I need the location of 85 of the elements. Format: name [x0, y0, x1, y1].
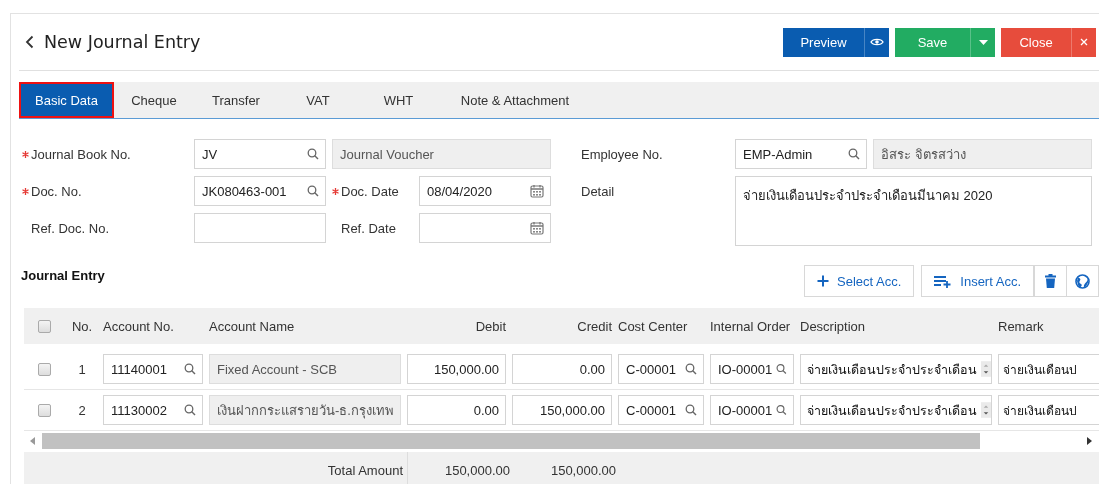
input-field[interactable]: JK080463-001	[194, 176, 326, 206]
field-label: Detail	[581, 184, 615, 199]
row-checkbox[interactable]	[37, 362, 51, 376]
column-header: Account Name	[209, 318, 295, 334]
search-icon[interactable]	[685, 363, 697, 375]
date-field[interactable]	[419, 213, 551, 243]
back-icon[interactable]	[25, 35, 34, 49]
input-field[interactable]: EMP-Admin	[735, 139, 867, 169]
tab[interactable]: Cheque	[114, 82, 194, 118]
column-header: Debit	[475, 318, 506, 334]
name-field: Journal Voucher	[332, 139, 551, 169]
search-icon[interactable]	[184, 404, 196, 416]
amount-field[interactable]: 150,000.00	[512, 395, 612, 425]
search-icon[interactable]	[685, 404, 697, 416]
insert-account-button[interactable]: Insert Acc.	[921, 265, 1034, 297]
field-label: Doc. Date	[341, 184, 399, 199]
total-debit: 150,000.00	[443, 461, 511, 480]
input-field[interactable]: 11140001	[103, 354, 203, 384]
search-icon[interactable]	[776, 404, 787, 416]
column-header: No.	[71, 318, 93, 334]
globe-icon	[1075, 273, 1090, 289]
column-header: Remark	[998, 318, 1044, 334]
date-field[interactable]: 08/04/2020	[419, 176, 551, 206]
column-header: Credit	[577, 318, 612, 334]
amount-field[interactable]: 0.00	[407, 395, 506, 425]
description-textarea[interactable]: จ่ายเงินเดือนประจำประจำเดือน	[800, 354, 992, 384]
name-field: เงินฝากกระแสรายวัน-ธ.กรุงเทพ	[209, 395, 401, 425]
search-icon[interactable]	[307, 148, 319, 160]
column-header: Internal Order	[710, 318, 791, 334]
dropdown-button[interactable]	[970, 27, 995, 57]
field-label: Ref. Doc. No.	[31, 221, 110, 236]
amount-field[interactable]: 150,000.00	[407, 354, 506, 384]
list-add-icon	[934, 274, 953, 288]
detail-textarea[interactable]: จ่ายเงินเดือนประจำประจำเดือนมีนาคม 2020	[735, 176, 1092, 246]
preview-button[interactable]: Preview	[783, 27, 864, 57]
tab[interactable]: Transfer	[194, 82, 278, 118]
globe-button[interactable]	[1067, 265, 1099, 297]
input-field[interactable]: 11130002	[103, 395, 203, 425]
column-header: Account No.	[103, 318, 174, 334]
search-icon[interactable]	[848, 148, 860, 160]
input-field[interactable]: C-00001	[618, 354, 704, 384]
total-label: Total Amount	[24, 452, 408, 484]
trash-icon	[1045, 274, 1056, 288]
search-icon[interactable]	[307, 185, 319, 197]
eye-button[interactable]	[864, 27, 889, 57]
amount-field[interactable]: 0.00	[512, 354, 612, 384]
row-checkbox[interactable]	[37, 403, 51, 417]
plus-icon	[817, 275, 829, 287]
tab[interactable]: Note & Attachment	[439, 82, 591, 118]
name-field: Fixed Account - SCB	[209, 354, 401, 384]
caret-icon	[978, 39, 988, 45]
search-icon[interactable]	[184, 363, 196, 375]
total-credit: 150,000.00	[549, 461, 617, 480]
column-header: Description	[800, 318, 866, 334]
close-icon	[1080, 38, 1088, 46]
close-button[interactable]	[1071, 27, 1096, 57]
row-number: 2	[78, 402, 86, 418]
description-textarea[interactable]: จ่ายเงินเดือนประจำประจำเดือน	[800, 395, 992, 425]
eye-icon	[870, 37, 884, 47]
select-account-button[interactable]: Select Acc.	[804, 265, 915, 297]
section-title: Journal Entry	[21, 268, 106, 283]
calendar-icon[interactable]	[530, 221, 544, 235]
input-field[interactable]: IO-00001	[710, 395, 794, 425]
page-title: New Journal Entry	[44, 32, 202, 52]
name-field: อิสระ จิตรสว่าง	[873, 139, 1092, 169]
input-field[interactable]: IO-00001	[710, 354, 794, 384]
column-header: Cost Center	[618, 318, 688, 334]
remark-textarea[interactable]: จ่ายเงินเดือนป	[998, 354, 1099, 384]
remark-textarea[interactable]: จ่ายเงินเดือนป	[998, 395, 1099, 425]
select-all-checkbox[interactable]	[37, 319, 51, 333]
row-number: 1	[78, 361, 86, 377]
tab[interactable]: WHT	[358, 82, 439, 118]
tab[interactable]: VAT	[278, 82, 358, 118]
field-label: Ref. Date	[341, 221, 396, 236]
calendar-icon[interactable]	[530, 184, 544, 198]
field-label: Employee No.	[581, 147, 663, 162]
tab[interactable]: Basic Data	[19, 82, 114, 118]
input-field[interactable]: C-00001	[618, 395, 704, 425]
search-icon[interactable]	[776, 363, 787, 375]
delete-button[interactable]	[1034, 265, 1067, 297]
input-field[interactable]	[194, 213, 326, 243]
input-field[interactable]: JV	[194, 139, 326, 169]
field-label: Doc. No.	[31, 184, 82, 199]
field-label: Journal Book No.	[31, 147, 131, 162]
close-button[interactable]: Close	[1001, 27, 1071, 57]
